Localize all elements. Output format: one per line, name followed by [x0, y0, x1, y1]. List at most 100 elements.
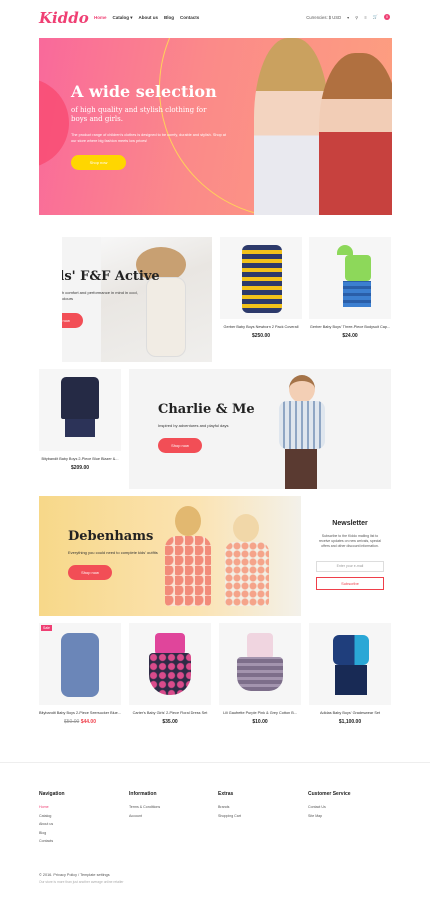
newsletter-email-input[interactable]: Enter your e-mail — [316, 561, 384, 572]
hero-shop-button[interactable]: Shop now — [71, 155, 126, 170]
product-romper-shape — [61, 633, 99, 697]
currency-select[interactable]: Currencies: $ USD — [306, 15, 341, 20]
product-image — [129, 623, 211, 705]
footer-extras-title: Extras — [218, 791, 234, 797]
promo-ff-active: Kids' F&F Active Designed with comfort a… — [39, 237, 212, 362]
promo-debenhams-girl2-dress — [225, 542, 269, 606]
footer-extras-column: Extras Brands Shopping Cart — [218, 791, 241, 820]
product-name[interactable]: Gerber Baby Boys Newborn 2 Pack Coverall — [220, 325, 302, 329]
nav-blog[interactable]: Blog — [164, 15, 174, 21]
product-jacket-shape — [333, 635, 369, 665]
footer-link-catalog[interactable]: Catalog — [39, 812, 65, 821]
promo-debenhams-shop-button[interactable]: Shop now — [68, 565, 112, 580]
product-image — [220, 237, 302, 319]
product-price: $250.00 — [251, 333, 271, 339]
sale-badge: Sale — [41, 625, 53, 631]
footer-note: Our store is more than just another aver… — [39, 880, 124, 884]
product-price: $35.00 — [162, 719, 178, 725]
product-price: $1,100.00 — [338, 719, 362, 725]
promo-charlie: Charlie & Me Inspired by adventures and … — [129, 369, 391, 489]
product-image — [309, 237, 391, 319]
promo-debenhams-girl2-head — [233, 514, 259, 542]
product-card[interactable]: Carter's Baby Girls' 2-Piece Floral Dres… — [129, 623, 211, 728]
product-shorts-shape — [65, 419, 95, 437]
hero-title: A wide selection — [71, 82, 217, 101]
promo-debenhams: Debenhams Everything you could need to c… — [39, 496, 301, 616]
product-card[interactable]: Gerber Baby Boys' Three-Piece Bodysuit C… — [309, 237, 391, 345]
product-image — [39, 623, 121, 705]
product-card[interactable]: Bitybandit Baby Boys 2-Piece Blue Blazer… — [39, 369, 121, 475]
product-pants-shape — [343, 281, 371, 307]
hero-decor-circle — [39, 78, 69, 168]
footer-link-about[interactable]: About us — [39, 820, 65, 829]
nav-home[interactable]: Home — [94, 15, 107, 21]
search-icon[interactable]: ⚲ — [355, 15, 358, 20]
product-name[interactable]: Carter's Baby Girls' 2-Piece Floral Dres… — [129, 711, 211, 715]
hero-banner: A wide selection of high quality and sty… — [39, 38, 392, 215]
hero-subtitle: of high quality and stylish clothing for… — [71, 106, 207, 123]
product-image — [219, 623, 301, 705]
product-old-price: $50.00 — [64, 719, 80, 725]
product-price: $50.00 $44.00 — [39, 719, 121, 725]
product-card[interactable]: Adidas Baby Boys' Gradeswear Set $1,100.… — [309, 623, 391, 728]
footer-link-terms[interactable]: Terms & Conditions — [129, 803, 160, 812]
hero-girl-image — [254, 38, 329, 215]
nav-catalog[interactable]: Catalog ▾ — [113, 15, 133, 21]
product-name[interactable]: Bitybandit Baby Boys 2-Piece Seersucker … — [39, 711, 121, 715]
product-cap-shape — [337, 245, 353, 255]
footer-link-contacts[interactable]: Contacts — [39, 837, 65, 846]
footer-info-column: Information Terms & Conditions Account — [129, 791, 160, 820]
footer-link-brands[interactable]: Brands — [218, 803, 241, 812]
footer-copyright[interactable]: © 2016. Privacy Policy / Template settin… — [39, 873, 110, 877]
product-cardigan-shape — [155, 633, 185, 655]
promo-ff-text-bg — [39, 237, 62, 362]
newsletter-title: Newsletter — [332, 520, 368, 527]
promo-debenhams-title: Debenhams — [68, 529, 154, 544]
footer-service-title: Customer Service — [308, 791, 351, 797]
promo-debenhams-girl1-dress — [165, 536, 211, 606]
promo-debenhams-description: Everything you could need to complete ki… — [68, 550, 158, 555]
product-tutu-shape — [237, 657, 283, 691]
footer-link-cart[interactable]: Shopping Cart — [218, 812, 241, 821]
promo-debenhams-image — [143, 496, 301, 616]
menu-icon[interactable]: ≡ — [364, 15, 366, 20]
product-card[interactable]: Lili Gaufrette Purple Pink & Grey Cotton… — [219, 623, 301, 728]
product-card[interactable]: Gerber Baby Boys Newborn 2 Pack Coverall… — [220, 237, 302, 345]
product-onesie-shape — [242, 245, 282, 313]
footer-nav-title: Navigation — [39, 791, 65, 797]
hero-description: The product range of children's clothes … — [71, 133, 226, 143]
currency-chevron-icon: ▾ — [347, 14, 350, 20]
promo-charlie-description: Inspired by adventures and playful days — [158, 423, 229, 428]
product-name[interactable]: Adidas Baby Boys' Gradeswear Set — [309, 711, 391, 715]
promo-charlie-shop-button[interactable]: Shop now — [158, 438, 202, 453]
logo[interactable]: Kiddo — [39, 9, 89, 27]
product-name[interactable]: Bitybandit Baby Boys 2-Piece Blue Blazer… — [39, 457, 121, 461]
footer-info-title: Information — [129, 791, 157, 797]
product-image — [309, 623, 391, 705]
newsletter-description: Subscribe to the Kiddo mailing list to r… — [318, 534, 382, 548]
product-pants-shape — [335, 665, 367, 695]
promo-charlie-pants — [285, 449, 317, 489]
product-card[interactable]: Sale Bitybandit Baby Boys 2-Piece Seersu… — [39, 623, 121, 728]
product-price: $24.00 — [342, 333, 358, 339]
promo-debenhams-girl1-head — [175, 506, 201, 536]
product-name[interactable]: Lili Gaufrette Purple Pink & Grey Cotton… — [219, 711, 301, 715]
nav-contacts[interactable]: Contacts — [180, 15, 199, 21]
promo-charlie-shirt — [279, 401, 325, 449]
product-price: $10.00 — [252, 719, 268, 725]
product-top-shape — [247, 633, 273, 659]
promo-ff-coat — [146, 277, 186, 357]
cart-icon[interactable]: 🛒 — [373, 14, 378, 20]
product-name[interactable]: Gerber Baby Boys' Three-Piece Bodysuit C… — [309, 325, 391, 329]
newsletter-subscribe-button[interactable]: Subscribe — [316, 577, 384, 590]
product-price: $209.00 — [70, 465, 90, 471]
nav-about[interactable]: About us — [139, 15, 159, 21]
footer-link-home[interactable]: Home — [39, 803, 65, 812]
footer-link-sitemap[interactable]: Site Map — [308, 812, 351, 821]
footer-link-contact-us[interactable]: Contact Us — [308, 803, 351, 812]
footer-link-account[interactable]: Account — [129, 812, 160, 821]
promo-charlie-head — [289, 375, 315, 403]
product-dress-shape — [149, 653, 191, 695]
footer-link-blog[interactable]: Blog — [39, 829, 65, 838]
cart-count-badge: 0 — [384, 14, 390, 20]
